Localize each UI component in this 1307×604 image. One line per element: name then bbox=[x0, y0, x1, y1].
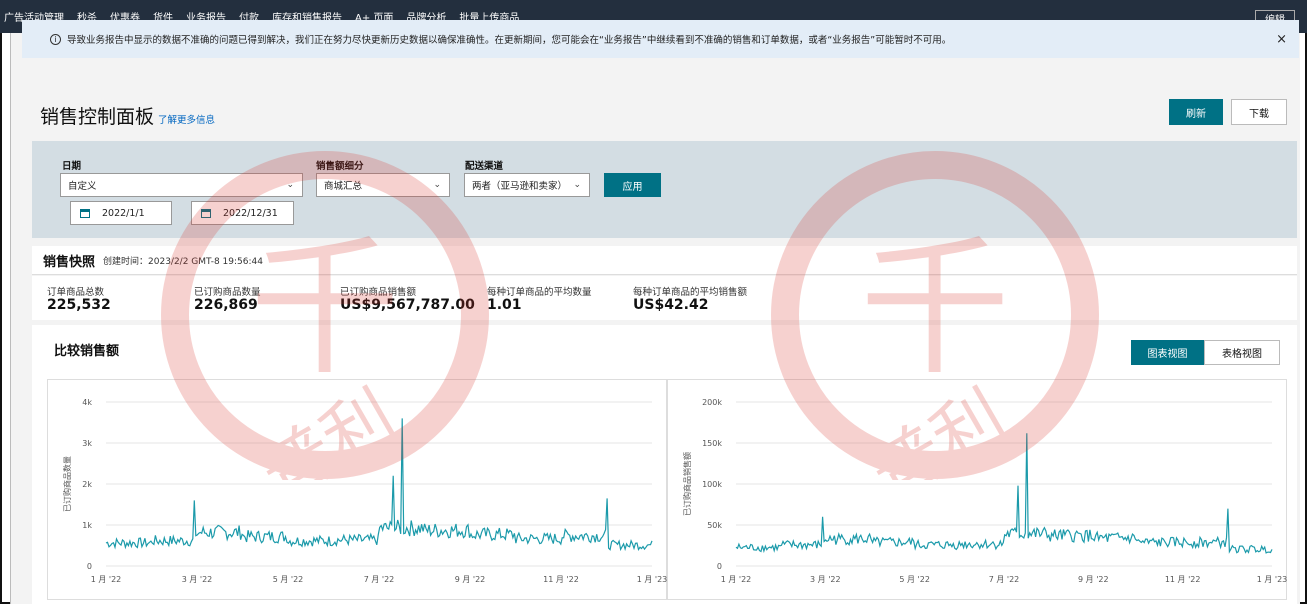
metric-label: 已订购商品数量 bbox=[194, 287, 261, 298]
x-tick-label: 3 月 '22 bbox=[810, 575, 841, 584]
page-header: 销售控制面板 了解更多信息 bbox=[40, 102, 215, 129]
chart-view-button[interactable]: 图表视图 bbox=[1131, 340, 1204, 365]
refresh-button[interactable]: 刷新 bbox=[1169, 99, 1223, 125]
y-tick-label: 3k bbox=[82, 439, 92, 448]
compare-sales-title: 比较销售额 bbox=[54, 344, 120, 359]
breakdown-label: 销售额细分 bbox=[316, 161, 364, 172]
metric-value: US$42.42 bbox=[633, 297, 709, 313]
date-label: 日期 bbox=[62, 161, 82, 172]
x-tick-label: 7 月 '22 bbox=[989, 575, 1020, 584]
apply-button[interactable]: 应用 bbox=[604, 173, 661, 197]
metric-label: 订单商品总数 bbox=[47, 287, 105, 298]
y-tick-label: 100k bbox=[702, 480, 722, 489]
notice-text: 导致业务报告中显示的数据不准确的问题已得到解决，我们正在努力尽快更新历史数据以确… bbox=[67, 35, 952, 46]
y-tick-label: 0 bbox=[717, 562, 722, 571]
metric-value: US$9,567,787.00 bbox=[340, 297, 475, 313]
y-tick-label: 1k bbox=[82, 521, 92, 530]
channel-label: 配送渠道 bbox=[465, 161, 504, 172]
breakdown-select[interactable]: 商城汇总 ⌄ bbox=[316, 173, 450, 197]
x-tick-label: 5 月 '22 bbox=[899, 575, 930, 584]
date-range-select[interactable]: 自定义 ⌄ bbox=[60, 173, 303, 197]
sales-chart-panel: 0 50k 100k 150k 200k 1 月 '22 3 月 '22 5 月 '22 7 月… bbox=[667, 379, 1287, 600]
info-icon: i bbox=[50, 33, 61, 45]
learn-more-link[interactable]: 了解更多信息 bbox=[158, 112, 215, 126]
x-tick-label: 1 月 '22 bbox=[721, 575, 752, 584]
start-date-field[interactable]: 2022/1/1 bbox=[70, 201, 172, 225]
metric-ordered-product-sales: 已订购商品销售额 US$9,567,787.00 bbox=[340, 284, 475, 313]
metric-label: 每种订单商品的平均数量 bbox=[487, 287, 592, 298]
close-icon[interactable]: × bbox=[1276, 32, 1287, 47]
x-tick-label: 1 月 '23 bbox=[1257, 575, 1288, 584]
units-ordered-line-chart: 0 1k 2k 3k 4k 1 月 '22 3 月 '22 5 月 '22 7 月 '22 9 月… bbox=[62, 398, 668, 584]
y-axis-label: 已订购商品销售额 bbox=[682, 452, 692, 516]
end-date-field[interactable]: 2022/12/31 bbox=[191, 201, 294, 225]
snapshot-title: 销售快照 bbox=[43, 254, 96, 270]
download-button[interactable]: 下载 bbox=[1231, 99, 1287, 125]
units-chart-panel: 0 1k 2k 3k 4k 1 月 '22 3 月 '22 5 月 '22 7 月 '22 9 月… bbox=[47, 379, 667, 600]
calendar-icon bbox=[80, 208, 90, 218]
calendar-icon bbox=[201, 208, 211, 218]
breakdown-value: 商城汇总 bbox=[324, 181, 363, 192]
series-line bbox=[735, 433, 1273, 554]
y-tick-label: 0 bbox=[87, 562, 92, 571]
y-tick-label: 4k bbox=[82, 398, 92, 407]
x-tick-label: 9 月 '22 bbox=[455, 575, 486, 584]
x-tick-label: 1 月 '23 bbox=[637, 575, 668, 584]
sales-snapshot-header: 销售快照 创建时间：2023/2/2 GMT-8 19:56:44 bbox=[32, 246, 1297, 275]
channel-select[interactable]: 两者（亚马逊和卖家） ⌄ bbox=[464, 173, 590, 197]
channel-value: 两者（亚马逊和卖家） bbox=[472, 181, 568, 192]
metric-avg-units-per-item: 每种订单商品的平均数量 1.01 bbox=[487, 284, 592, 313]
y-tick-label: 2k bbox=[82, 480, 92, 489]
x-tick-label: 9 月 '22 bbox=[1078, 575, 1109, 584]
y-tick-label: 50k bbox=[707, 521, 722, 530]
metric-units-ordered: 已订购商品数量 226,869 bbox=[194, 284, 261, 313]
chevron-down-icon: ⌄ bbox=[286, 180, 294, 190]
y-tick-label: 200k bbox=[702, 398, 722, 407]
y-tick-label: 150k bbox=[702, 439, 722, 448]
chevron-down-icon: ⌄ bbox=[433, 180, 441, 190]
metric-value: 225,532 bbox=[47, 297, 111, 313]
x-tick-label: 5 月 '22 bbox=[273, 575, 304, 584]
metric-label: 已订购商品销售额 bbox=[340, 287, 417, 298]
metric-value: 226,869 bbox=[194, 297, 258, 313]
snapshot-metrics: 订单商品总数 225,532 已订购商品数量 226,869 已订购商品销售额 … bbox=[32, 276, 1297, 320]
x-tick-label: 7 月 '22 bbox=[364, 575, 395, 584]
date-range-value: 自定义 bbox=[68, 181, 97, 192]
x-tick-label: 1 月 '22 bbox=[91, 575, 122, 584]
end-date-value: 2022/12/31 bbox=[223, 207, 278, 219]
x-tick-label: 3 月 '22 bbox=[182, 575, 213, 584]
page-title: 销售控制面板 bbox=[40, 106, 155, 128]
x-tick-label: 11 月 '22 bbox=[543, 575, 579, 584]
metric-avg-sales-per-item: 每种订单商品的平均销售额 US$42.42 bbox=[633, 284, 747, 313]
sales-line-chart: 0 50k 100k 150k 200k 1 月 '22 3 月 '22 5 月 '22 7 月… bbox=[682, 398, 1288, 584]
chevron-down-icon: ⌄ bbox=[573, 180, 581, 190]
metric-total-order-items: 订单商品总数 225,532 bbox=[47, 284, 111, 313]
start-date-value: 2022/1/1 bbox=[102, 207, 145, 219]
metric-label: 每种订单商品的平均销售额 bbox=[633, 287, 748, 298]
notice-banner: i 导致业务报告中显示的数据不准确的问题已得到解决，我们正在努力尽快更新历史数据… bbox=[22, 20, 1299, 58]
metric-value: 1.01 bbox=[487, 297, 522, 313]
x-tick-label: 11 月 '22 bbox=[1165, 575, 1201, 584]
snapshot-created-time: 创建时间：2023/2/2 GMT-8 19:56:44 bbox=[103, 256, 263, 267]
table-view-button[interactable]: 表格视图 bbox=[1204, 340, 1280, 365]
y-axis-label: 已订购商品数量 bbox=[62, 456, 72, 512]
